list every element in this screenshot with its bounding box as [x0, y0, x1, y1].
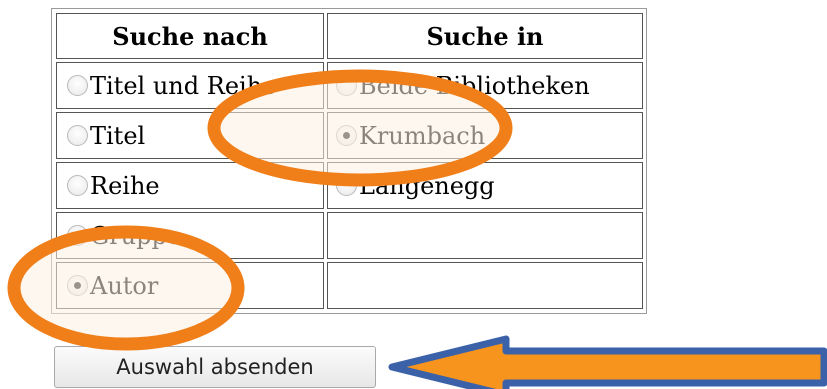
- header-suche-in-label: Suche in: [426, 21, 544, 51]
- option-beide-bibliotheken[interactable]: Beide Bibliotheken: [327, 62, 643, 109]
- option-gruppe-label: Gruppe: [90, 221, 182, 250]
- option-langenegg[interactable]: Langenegg: [327, 162, 643, 209]
- radio-titel-und-reihe[interactable]: [67, 75, 88, 96]
- option-titel-und-reihe-label: Titel und Reihe: [90, 71, 277, 100]
- radio-reihe[interactable]: [67, 175, 88, 196]
- radio-titel[interactable]: [67, 125, 88, 146]
- option-titel-und-reihe[interactable]: Titel und Reihe: [56, 62, 324, 109]
- option-krumbach-label: Krumbach: [359, 121, 486, 150]
- search-options-table: Suche nach Suche in Titel und Reihe Beid…: [51, 8, 647, 314]
- header-suche-nach-label: Suche nach: [112, 21, 268, 51]
- orange-left-arrow: [388, 335, 827, 389]
- option-reihe-label: Reihe: [90, 171, 160, 200]
- submit-button[interactable]: Auswahl absenden: [54, 346, 376, 388]
- option-krumbach[interactable]: Krumbach: [327, 112, 643, 159]
- radio-krumbach[interactable]: [336, 125, 357, 146]
- radio-gruppe[interactable]: [67, 225, 88, 246]
- radio-langenegg[interactable]: [336, 175, 357, 196]
- empty-cell-row5: [327, 262, 643, 309]
- header-suche-in: Suche in: [327, 13, 643, 59]
- submit-button-label: Auswahl absenden: [116, 355, 314, 379]
- option-titel-label: Titel: [90, 121, 146, 150]
- header-suche-nach: Suche nach: [56, 13, 324, 59]
- option-beide-bibliotheken-label: Beide Bibliotheken: [359, 71, 590, 100]
- option-autor-label: Autor: [90, 271, 159, 300]
- radio-autor[interactable]: [67, 275, 88, 296]
- empty-cell-row4: [327, 212, 643, 259]
- option-reihe[interactable]: Reihe: [56, 162, 324, 209]
- option-langenegg-label: Langenegg: [359, 171, 495, 200]
- radio-beide-bibliotheken[interactable]: [336, 75, 357, 96]
- option-autor[interactable]: Autor: [56, 262, 324, 309]
- option-gruppe[interactable]: Gruppe: [56, 212, 324, 259]
- option-titel[interactable]: Titel: [56, 112, 324, 159]
